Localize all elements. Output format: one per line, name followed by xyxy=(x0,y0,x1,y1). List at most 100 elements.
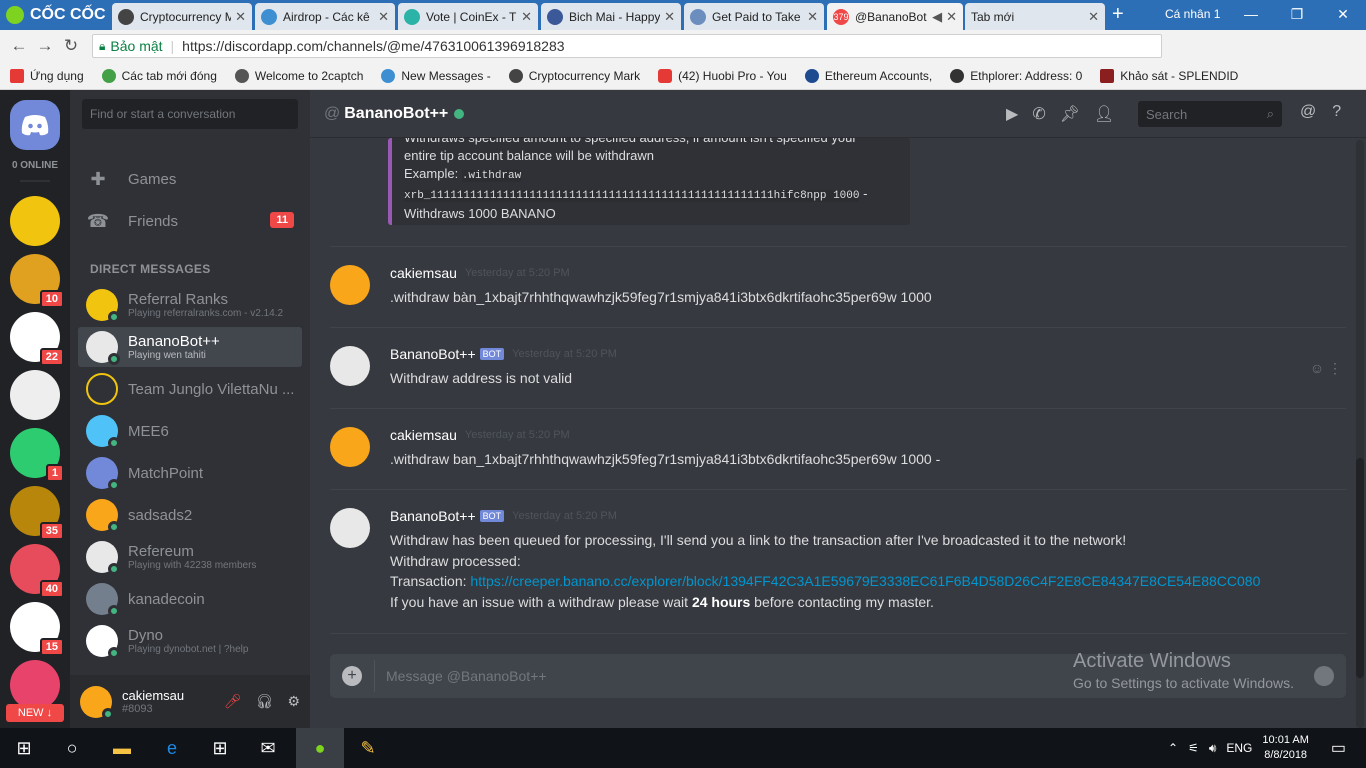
bookmark-item[interactable]: (42) Huobi Pro - You xyxy=(658,68,787,83)
message-author[interactable]: cakiemsau xyxy=(390,265,457,281)
headphones-icon[interactable]: 🎧︎ xyxy=(256,693,274,710)
file-explorer-icon[interactable]: ▬ xyxy=(98,728,146,768)
dm-item[interactable]: MEE6 xyxy=(78,411,302,451)
dm-item[interactable]: Referral Ranks Playing referralranks.com … xyxy=(78,285,302,325)
nav-friends[interactable]: ☎ Friends 11 xyxy=(86,203,294,239)
message-input[interactable]: Message @BananoBot++ xyxy=(386,668,547,684)
clock[interactable]: 10:01 AM 8/8/2018 xyxy=(1262,733,1308,763)
new-unreads-badge[interactable]: NEW ↓ xyxy=(6,704,64,722)
network-icon[interactable]: ⚟ xyxy=(1188,741,1199,755)
pin-icon[interactable]: 📌︎ xyxy=(1060,104,1080,124)
chevron-up-icon[interactable]: ⌃ xyxy=(1168,741,1178,755)
search-circle-icon[interactable]: ○ xyxy=(48,728,96,768)
nav-games[interactable]: ✚ Games xyxy=(86,161,294,197)
avatar[interactable] xyxy=(330,265,370,305)
dm-item-selected[interactable]: BananoBot++ Playing wen tahiti xyxy=(78,327,302,367)
server-icon[interactable]: 15 xyxy=(10,602,64,656)
volume-icon[interactable]: 🔊︎ xyxy=(1209,741,1217,756)
tab-5[interactable]: 379 @BananoBot ◀ ✕ xyxy=(827,3,963,30)
search-input[interactable]: Search ⌕ xyxy=(1138,101,1282,127)
transaction-link[interactable]: https://creeper.banano.cc/explorer/block… xyxy=(470,573,1260,589)
server-icon[interactable]: 40 xyxy=(10,544,64,598)
server-icon[interactable]: 1 xyxy=(10,428,64,482)
coccoc-taskbar-icon[interactable]: ● xyxy=(296,728,344,768)
tab-4[interactable]: Get Paid to Take ✕ xyxy=(684,3,824,30)
tab-3[interactable]: Bich Mai - Happy ✕ xyxy=(541,3,681,30)
video-call-icon[interactable]: ▶ xyxy=(1006,104,1018,124)
dm-item[interactable]: Refereum Playing with 42238 members xyxy=(78,537,302,577)
close-icon[interactable]: ✕ xyxy=(664,9,675,25)
bookmark-item[interactable]: Các tab mới đóng xyxy=(101,68,217,83)
new-tab-button[interactable]: + xyxy=(1112,3,1124,26)
close-icon[interactable]: ✕ xyxy=(521,9,532,25)
close-icon[interactable]: ✕ xyxy=(378,9,389,25)
user-avatar[interactable] xyxy=(80,685,114,720)
paint-icon[interactable]: ✎ xyxy=(344,728,392,768)
find-conversation-input[interactable]: Find or start a conversation xyxy=(82,99,298,129)
voice-call-icon[interactable]: ✆ xyxy=(1032,104,1045,124)
avatar[interactable] xyxy=(330,427,370,467)
edge-browser-icon[interactable]: e xyxy=(148,728,196,768)
bookmark-item[interactable]: Ethplorer: Address: 0 xyxy=(950,68,1082,83)
mute-mic-icon[interactable]: 🎤︎ xyxy=(224,693,242,710)
language-indicator[interactable]: ENG xyxy=(1226,741,1252,755)
close-icon[interactable]: ✕ xyxy=(1088,9,1099,25)
server-icon[interactable]: 22 xyxy=(10,312,64,366)
bookmark-item[interactable]: Ethereum Accounts, xyxy=(804,68,932,83)
bookmark-apps[interactable]: Ứng dụng xyxy=(10,68,84,83)
help-icon[interactable]: ? xyxy=(1332,103,1341,121)
add-friend-icon[interactable]: 👤︎ xyxy=(1094,104,1114,124)
close-icon[interactable]: ✕ xyxy=(235,9,246,25)
mentions-icon[interactable]: @ xyxy=(1300,103,1316,121)
restore-icon[interactable]: ❐ xyxy=(1274,0,1320,30)
bookmark-item[interactable]: Khảo sát - SPLENDID xyxy=(1100,68,1238,83)
tab-6[interactable]: Tab mới ✕ xyxy=(965,3,1105,30)
scrollbar[interactable] xyxy=(1356,140,1364,728)
add-reaction-icon[interactable]: ☺ ⋮ xyxy=(1310,360,1342,377)
close-window-icon[interactable]: ✕ xyxy=(1320,0,1366,30)
message-author[interactable]: BananoBot++ xyxy=(390,508,476,524)
message[interactable]: BananoBot++ BOT Yesterday at 5:20 PM Withd… xyxy=(330,508,1346,618)
dm-item[interactable]: Team Junglo VilettaNu ... xyxy=(78,369,302,409)
forward-icon[interactable]: → xyxy=(32,36,58,56)
dm-item[interactable]: Dyno Playing dynobot.net | ?help xyxy=(78,621,302,661)
address-bar[interactable]: 🔒︎ Bảo mật | https://discordapp.com/chan… xyxy=(92,34,1162,58)
tab-1[interactable]: Airdrop - Các kê ✕ xyxy=(255,3,395,30)
message[interactable]: cakiemsau Yesterday at 5:20 PM .withdraw … xyxy=(330,427,1346,487)
url-text[interactable]: https://discordapp.com/channels/@me/4763… xyxy=(182,38,564,54)
store-icon[interactable]: ⊞ xyxy=(196,728,244,768)
notifications-icon[interactable]: ▭ xyxy=(1331,738,1346,758)
server-icon[interactable] xyxy=(10,196,60,246)
tab-0[interactable]: Cryptocurrency M ✕ xyxy=(112,3,252,30)
avatar[interactable] xyxy=(330,508,370,548)
emoji-picker-icon[interactable] xyxy=(1314,666,1334,686)
minimize-icon[interactable]: — xyxy=(1228,0,1274,30)
bookmark-item[interactable]: Cryptocurrency Mark xyxy=(508,68,640,83)
start-windows-icon[interactable]: ⊞ xyxy=(0,728,48,768)
bookmark-item[interactable]: Welcome to 2captch xyxy=(234,68,363,83)
tab-2[interactable]: Vote | CoinEx - Tí ✕ xyxy=(398,3,538,30)
avatar[interactable] xyxy=(330,346,370,386)
discord-home-button[interactable] xyxy=(10,100,60,150)
back-icon[interactable]: ← xyxy=(6,36,32,56)
message[interactable]: cakiemsau Yesterday at 5:20 PM .withdraw … xyxy=(330,265,1346,325)
mail-icon[interactable]: ✉ xyxy=(244,728,292,768)
dm-item[interactable]: sadsads2 xyxy=(78,495,302,535)
server-icon[interactable] xyxy=(10,370,60,420)
message-author[interactable]: cakiemsau xyxy=(390,427,457,443)
server-icon[interactable]: 35 xyxy=(10,486,64,540)
reload-icon[interactable]: ↻ xyxy=(58,36,84,56)
message-author[interactable]: BananoBot++ xyxy=(390,346,476,362)
profile-button[interactable]: Cá nhân 1 xyxy=(1165,7,1220,21)
speaker-icon[interactable]: ◀ xyxy=(932,9,942,25)
bookmark-item[interactable]: New Messages - xyxy=(381,68,491,83)
close-icon[interactable]: ✕ xyxy=(807,9,818,25)
dm-item[interactable]: kanadecoin xyxy=(78,579,302,619)
upload-plus-icon[interactable]: + xyxy=(342,666,362,686)
close-icon[interactable]: ✕ xyxy=(946,9,957,25)
server-icon[interactable] xyxy=(10,660,60,710)
message[interactable]: BananoBot++ BOT Yesterday at 5:20 PM Withd… xyxy=(330,346,1346,406)
server-icon[interactable]: 10 xyxy=(10,254,64,308)
scrollbar-thumb[interactable] xyxy=(1356,458,1364,678)
settings-gear-icon[interactable]: ⚙ xyxy=(287,693,300,710)
